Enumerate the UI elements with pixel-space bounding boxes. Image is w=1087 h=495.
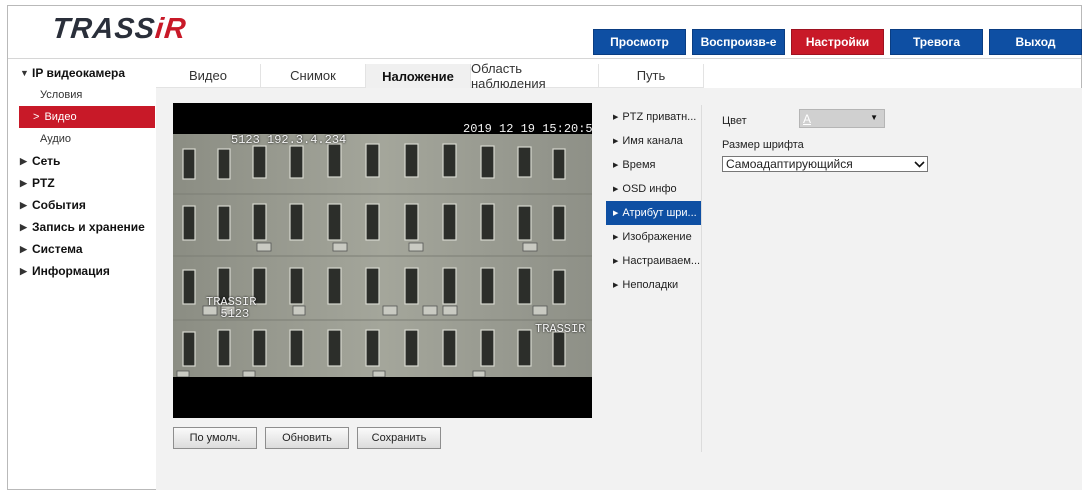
- sidebar-section-label: Система: [32, 242, 83, 256]
- tab-surveillance-area[interactable]: Область наблюдения: [471, 61, 599, 91]
- overlay-settings-panel: 5123 192.3.4.234 2019 12 19 15:20:54 TRA…: [156, 88, 1082, 490]
- menu-item-label: Неполадки: [622, 279, 679, 291]
- app-frame: TRASSiR Просмотр Воспроизв-е Настройки Т…: [7, 5, 1082, 490]
- nav-live-view-button[interactable]: Просмотр: [593, 29, 686, 55]
- sidebar-item-conditions[interactable]: Условия: [8, 84, 155, 106]
- camera-image: [173, 134, 592, 377]
- menu-item-time[interactable]: ▶ Время: [606, 153, 701, 177]
- overlay-menu: ▶ PTZ приватн... ▶ Имя канала ▶ Время ▶ OSD …: [606, 105, 702, 452]
- main-nav: Просмотр Воспроизв-е Настройки Тревога В…: [593, 29, 1082, 55]
- sidebar: ▼ IP видеокамера Условия > Видео Аудио ▶…: [8, 62, 155, 282]
- sidebar-section-label: События: [32, 198, 86, 212]
- sidebar-section-label: PTZ: [32, 176, 55, 190]
- dropdown-arrow-icon: ▼: [870, 113, 878, 122]
- expand-right-icon: ▶: [20, 243, 27, 254]
- channel-name-overlay[interactable]: 5123 192.3.4.234: [231, 134, 346, 146]
- caret-right-icon: ▶: [613, 210, 619, 217]
- expand-right-icon: ▶: [20, 199, 27, 210]
- sidebar-section-label: IP видеокамера: [32, 66, 126, 80]
- tab-video[interactable]: Видео: [156, 64, 261, 88]
- watermark-overlay: TRASSIR: [535, 322, 586, 336]
- tab-snapshot[interactable]: Снимок: [261, 64, 366, 88]
- sidebar-section-label: Сеть: [32, 154, 61, 168]
- sidebar-section-information[interactable]: ▶ Информация: [8, 260, 155, 282]
- chevron-right-icon: >: [33, 111, 40, 123]
- menu-item-custom[interactable]: ▶ Настраиваем...: [606, 249, 701, 273]
- tab-path[interactable]: Путь: [599, 64, 704, 88]
- color-label: Цвет: [722, 115, 747, 127]
- menu-item-label: PTZ приватн...: [622, 111, 697, 123]
- caret-right-icon: ▶: [613, 234, 619, 241]
- action-buttons: По умолч. Обновить Сохранить: [173, 427, 449, 449]
- expand-down-icon: ▼: [20, 68, 29, 78]
- menu-item-image[interactable]: ▶ Изображение: [606, 225, 701, 249]
- nav-alarm-button[interactable]: Тревога: [890, 29, 983, 55]
- save-button[interactable]: Сохранить: [357, 427, 441, 449]
- menu-item-label: Время: [622, 159, 656, 171]
- expand-right-icon: ▶: [20, 177, 27, 188]
- default-button[interactable]: По умолч.: [173, 427, 257, 449]
- menu-item-label: Имя канала: [622, 135, 683, 147]
- caret-right-icon: ▶: [613, 186, 619, 193]
- sidebar-item-audio[interactable]: Аудио: [8, 128, 155, 150]
- font-size-select[interactable]: Самоадаптирующийся: [722, 156, 928, 172]
- sidebar-item-video[interactable]: > Видео: [19, 106, 155, 128]
- video-preview[interactable]: 5123 192.3.4.234 2019 12 19 15:20:54 TRA…: [173, 103, 592, 418]
- sidebar-item-label: Видео: [44, 111, 77, 123]
- sidebar-section-network[interactable]: ▶ Сеть: [8, 150, 155, 172]
- trassir-logo: TRASSiR: [50, 13, 189, 45]
- font-size-value: Самоадаптирующийся: [726, 157, 853, 171]
- caret-right-icon: ▶: [613, 114, 619, 121]
- menu-item-osd-info[interactable]: ▶ OSD инфо: [606, 177, 701, 201]
- nav-playback-button[interactable]: Воспроизв-е: [692, 29, 785, 55]
- menu-item-ptz-privacy[interactable]: ▶ PTZ приватн...: [606, 105, 701, 129]
- sidebar-section-system[interactable]: ▶ Система: [8, 238, 155, 260]
- menu-item-channel-name[interactable]: ▶ Имя канала: [606, 129, 701, 153]
- expand-right-icon: ▶: [20, 221, 27, 232]
- sidebar-section-ptz[interactable]: ▶ PTZ: [8, 172, 155, 194]
- sidebar-section-ip-camera[interactable]: ▼ IP видеокамера: [8, 62, 155, 84]
- caret-right-icon: ▶: [613, 258, 619, 265]
- expand-right-icon: ▶: [20, 265, 27, 276]
- sidebar-section-label: Запись и хранение: [32, 220, 145, 234]
- timestamp-overlay[interactable]: 2019 12 19 15:20:54: [463, 123, 592, 135]
- caret-right-icon: ▶: [613, 162, 619, 169]
- menu-item-label: Атрибут шри...: [622, 207, 697, 219]
- color-picker[interactable]: A ▼: [799, 109, 885, 128]
- expand-right-icon: ▶: [20, 155, 27, 166]
- sidebar-section-recording-storage[interactable]: ▶ Запись и хранение: [8, 216, 155, 238]
- menu-item-font-attribute[interactable]: ▶ Атрибут шри...: [606, 201, 701, 225]
- tab-overlay[interactable]: Наложение: [366, 64, 471, 88]
- caret-right-icon: ▶: [613, 282, 619, 289]
- color-swatch: A: [803, 112, 812, 126]
- caret-right-icon: ▶: [613, 138, 619, 145]
- font-size-label: Размер шрифта: [722, 139, 804, 151]
- nav-logout-button[interactable]: Выход: [989, 29, 1082, 55]
- chevron-down-icon: [911, 160, 927, 168]
- osd-info-overlay[interactable]: TRASSIR 5123: [206, 296, 256, 320]
- sidebar-section-events[interactable]: ▶ События: [8, 194, 155, 216]
- sidebar-section-label: Информация: [32, 264, 110, 278]
- menu-item-label: Изображение: [622, 231, 692, 243]
- menu-item-label: OSD инфо: [622, 183, 677, 195]
- refresh-button[interactable]: Обновить: [265, 427, 349, 449]
- nav-settings-button[interactable]: Настройки: [791, 29, 884, 55]
- settings-tabs: Видео Снимок Наложение Область наблюдени…: [156, 61, 704, 91]
- header: TRASSiR Просмотр Воспроизв-е Настройки Т…: [8, 6, 1082, 59]
- menu-item-label: Настраиваем...: [622, 255, 701, 267]
- menu-item-malfunctions[interactable]: ▶ Неполадки: [606, 273, 701, 297]
